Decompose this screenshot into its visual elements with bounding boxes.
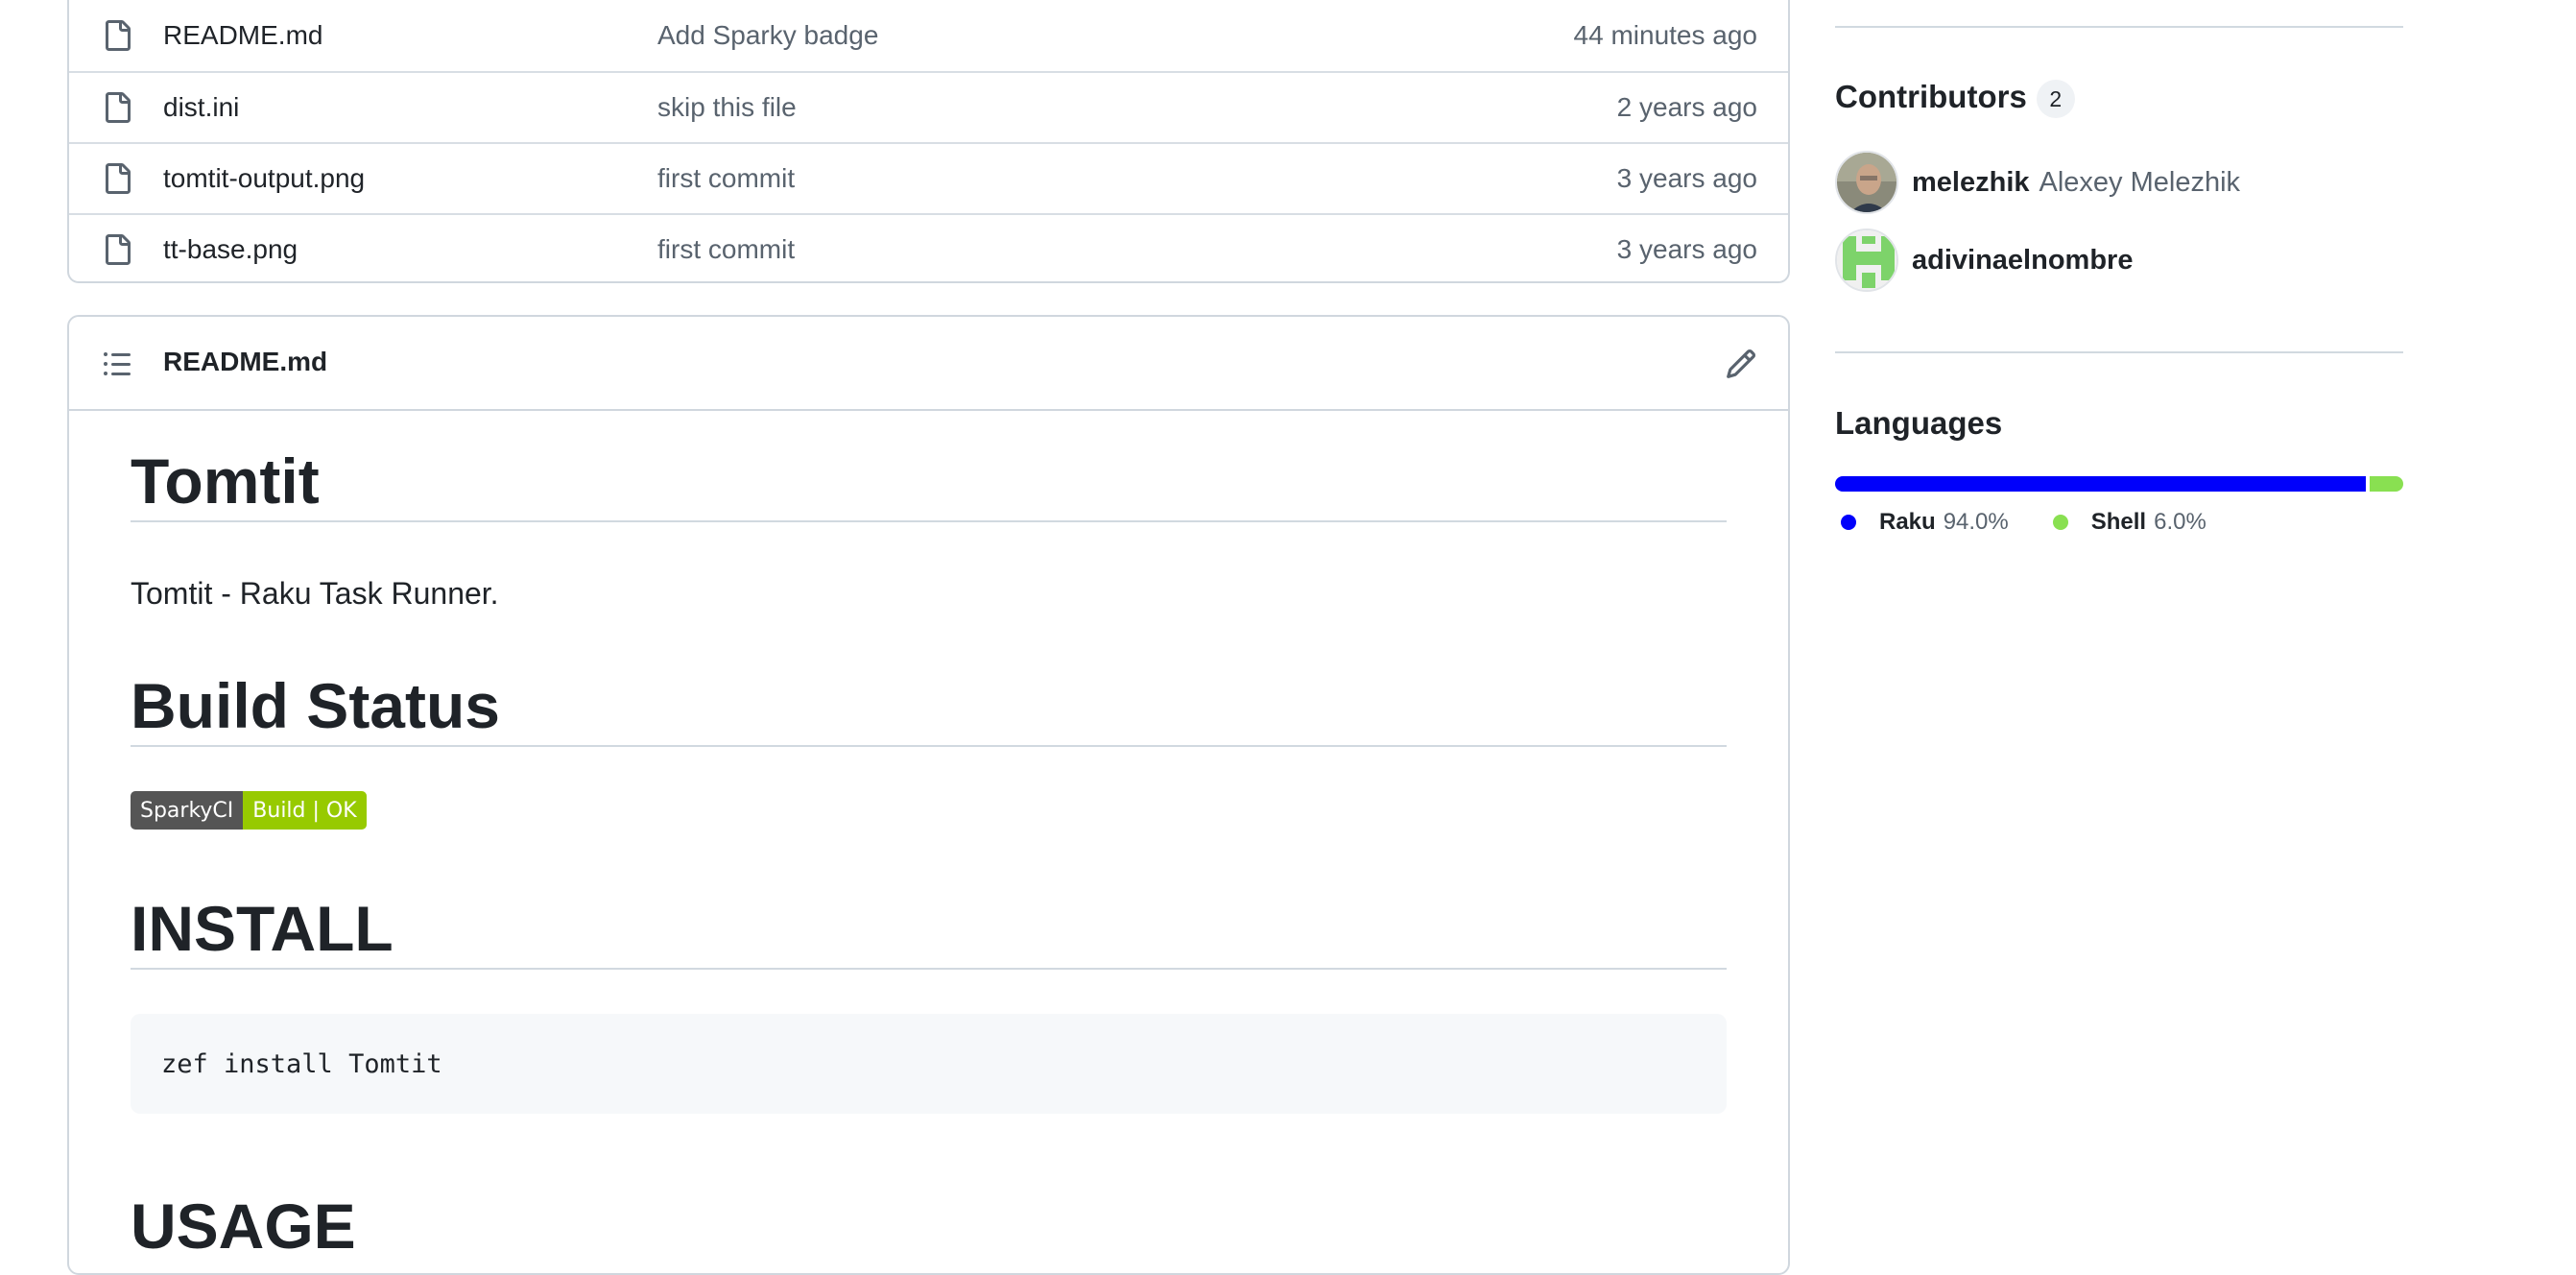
pencil-icon[interactable] [1725,348,1757,380]
commit-message-link[interactable]: first commit [657,163,795,194]
build-status-heading: Build Status [131,674,1727,747]
install-heading: INSTALL [131,897,1727,970]
commit-time: 2 years ago [1616,92,1757,122]
outline-list-icon[interactable] [102,349,132,379]
usage-heading: USAGE [131,1191,356,1262]
language-name: Raku [1879,509,1936,535]
language-item-raku[interactable]: Raku 94.0% [1841,509,2009,536]
contributors-count-badge: 2 [2036,80,2075,119]
file-icon [106,92,131,123]
contributor-login[interactable]: melezhik [1912,167,2030,199]
install-code-block: zef install Tomtit [131,1014,1727,1114]
sparkyci-badge[interactable]: SparkyCI Build | OK [131,791,367,830]
file-icon [106,163,131,194]
badge-status: Build | OK [243,791,367,830]
commit-message-link[interactable]: Add Sparky badge [657,20,878,51]
readme-header: README.md [69,317,1788,411]
file-name-link[interactable]: dist.ini [163,92,239,123]
file-row[interactable]: README.md Add Sparky badge 44 minutes ag… [69,0,1788,71]
contributor-item[interactable]: adivinaelnombre [1835,229,2133,292]
language-bar-segment-raku[interactable] [1835,476,2366,492]
file-icon [106,234,131,265]
commit-message-link[interactable]: first commit [657,234,795,265]
contributors-heading-label: Contributors [1835,79,2027,114]
sidebar-divider [1835,351,2403,353]
sidebar-divider [1835,26,2403,28]
avatar[interactable] [1835,151,1898,214]
readme-panel: README.md Tomtit Tomtit - Raku Task Runn… [67,315,1790,1275]
language-bar [1835,476,2403,492]
file-name-link[interactable]: tomtit-output.png [163,163,365,194]
readme-title-heading: Tomtit [131,449,1727,522]
commit-message-link[interactable]: skip this file [657,92,797,123]
readme-intro: Tomtit - Raku Task Runner. [131,576,499,611]
contributor-name: Alexey Melezhik [2039,166,2241,198]
languages-heading: Languages [1835,405,2003,441]
commit-time: 44 minutes ago [1573,20,1757,50]
language-item-shell[interactable]: Shell 6.0% [2052,509,2206,536]
language-percent: 94.0% [1943,509,2009,535]
commit-time: 3 years ago [1616,163,1757,193]
file-row[interactable]: dist.ini skip this file 2 years ago [69,71,1788,142]
file-icon [106,20,131,51]
avatar-photo-icon [1837,153,1896,212]
commit-time: 3 years ago [1616,234,1757,264]
file-table: README.md Add Sparky badge 44 minutes ag… [67,0,1790,283]
contributor-login[interactable]: adivinaelnombre [1912,245,2133,277]
language-legend: Raku 94.0% Shell 6.0% [1841,509,2251,536]
avatar[interactable] [1835,229,1898,292]
language-bar-segment-shell[interactable] [2369,476,2403,492]
file-row[interactable]: tomtit-output.png first commit 3 years a… [69,142,1788,213]
file-row[interactable]: tt-base.png first commit 3 years ago [69,213,1788,281]
contributor-item[interactable]: melezhik Alexey Melezhik [1835,151,2240,214]
readme-file-label[interactable]: README.md [163,347,327,377]
identicon-icon [1837,230,1896,290]
contributors-heading[interactable]: Contributors 2 [1835,79,2075,119]
file-name-link[interactable]: tt-base.png [163,234,298,265]
badge-label: SparkyCI [131,791,244,830]
language-name: Shell [2090,509,2147,535]
language-color-dot [1841,515,1856,530]
language-color-dot [2052,515,2068,530]
file-name-link[interactable]: README.md [163,20,322,51]
language-percent: 6.0% [2154,509,2206,535]
